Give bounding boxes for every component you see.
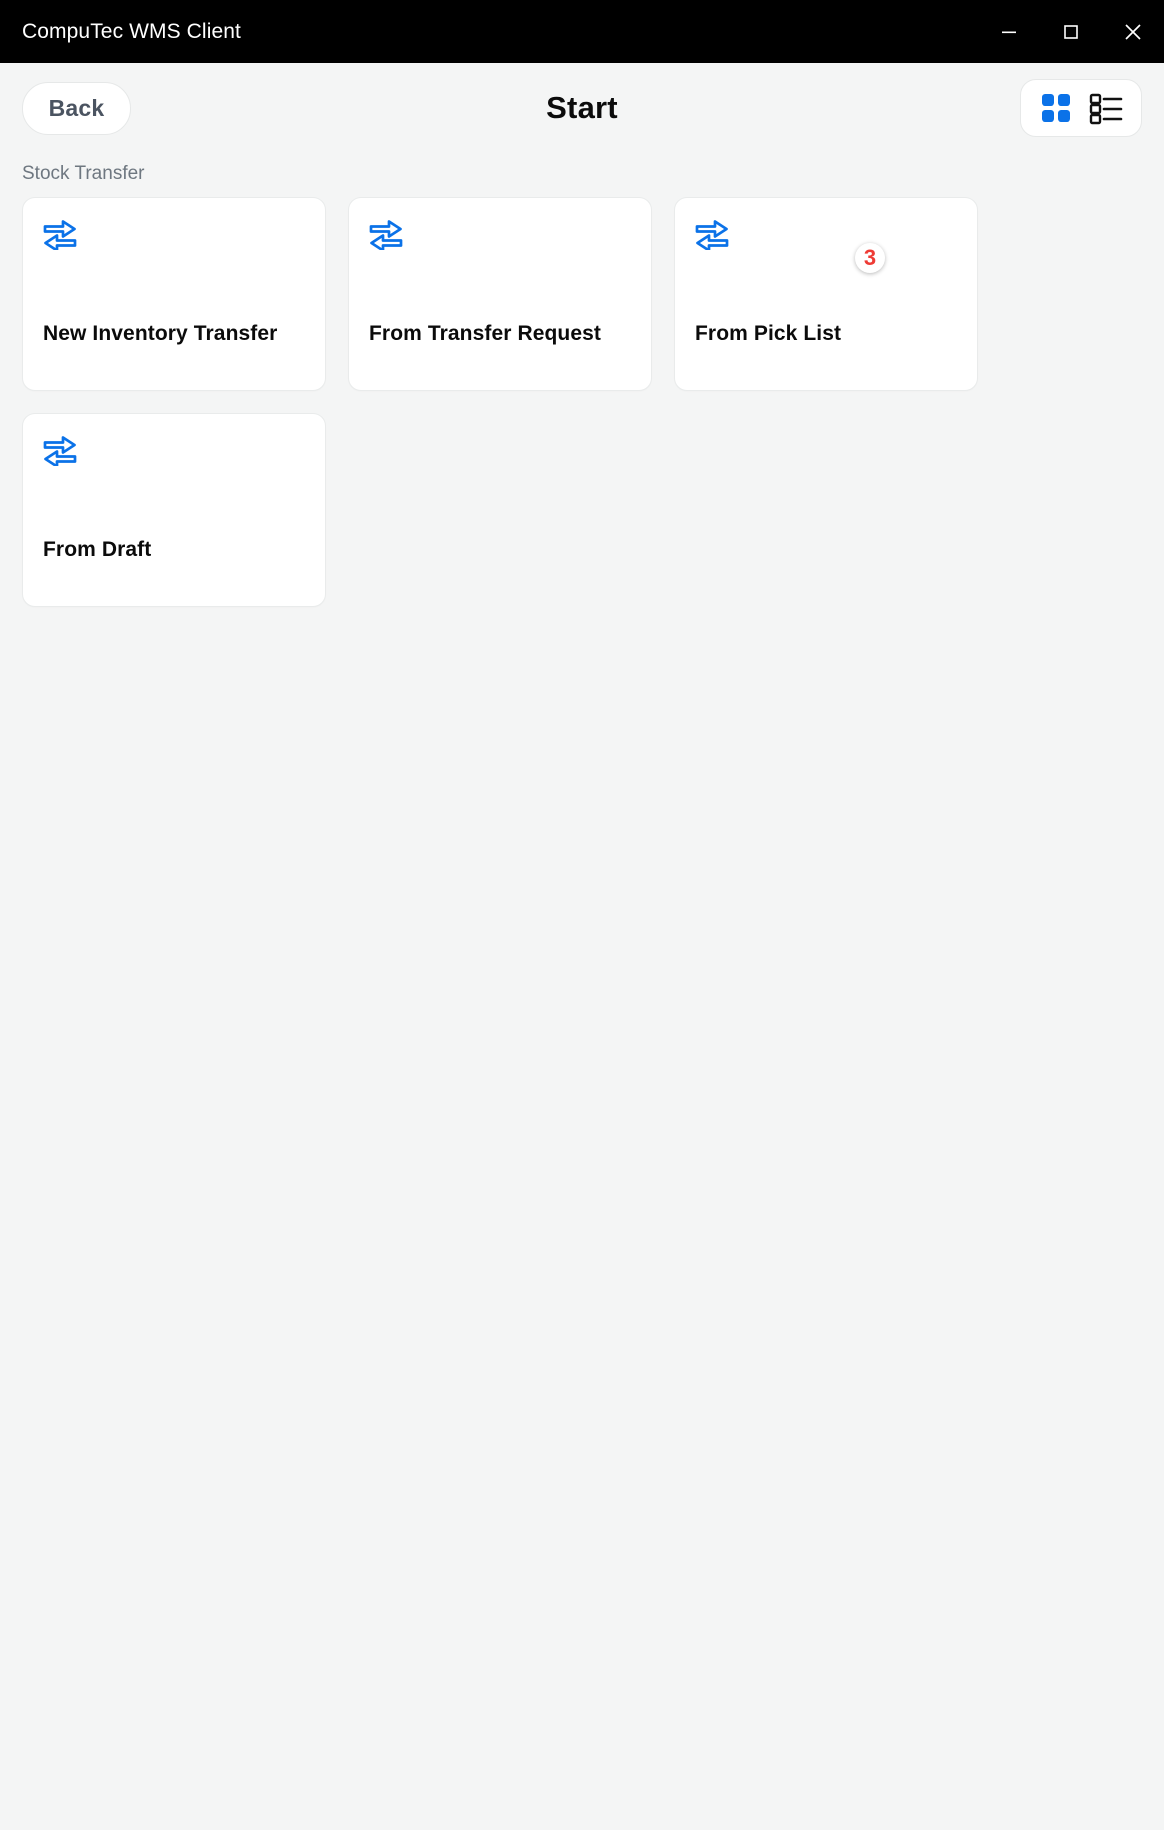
card-label: From Draft [43,538,152,561]
minimize-button[interactable] [978,0,1040,63]
window-titlebar: CompuTec WMS Client [0,0,1164,63]
page-title: Start [546,90,618,125]
card-from-draft[interactable]: From Draft [22,413,326,607]
transfer-arrows-icon [43,218,77,250]
list-view-icon [1089,91,1123,125]
action-card-grid: New Inventory Transfer From Transfer Req… [0,197,1164,607]
close-button[interactable] [1102,0,1164,63]
card-label: New Inventory Transfer [43,322,278,345]
transfer-arrows-icon [369,218,403,250]
window-title: CompuTec WMS Client [22,19,241,43]
minimize-icon [998,21,1020,43]
section-label-stock-transfer: Stock Transfer [22,163,145,184]
status-badge: 3 [855,243,885,273]
card-label: From Transfer Request [369,322,601,345]
maximize-button[interactable] [1040,0,1102,63]
grid-view-button[interactable] [1039,91,1073,125]
back-button-label: Back [48,94,105,121]
transfer-arrows-icon [695,218,729,250]
list-view-button[interactable] [1089,91,1123,125]
app-header: Back Start [0,63,1164,153]
card-label: From Pick List [695,322,842,345]
card-from-pick-list[interactable]: 3 From Pick List [674,197,978,391]
card-from-transfer-request[interactable]: From Transfer Request [348,197,652,391]
close-icon [1121,20,1145,44]
card-new-inventory-transfer[interactable]: New Inventory Transfer [22,197,326,391]
transfer-arrows-icon [43,434,77,466]
view-mode-toggle [1020,79,1142,137]
back-button[interactable]: Back [22,81,131,135]
maximize-icon [1060,21,1082,43]
grid-view-icon [1039,91,1073,125]
window-controls [978,0,1164,63]
